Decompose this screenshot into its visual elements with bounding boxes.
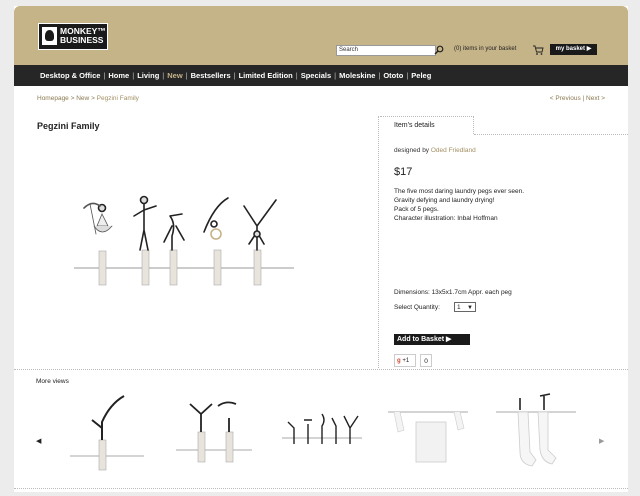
add-to-basket-button[interactable]: Add to Basket ▶ [394, 334, 470, 345]
description-line: Gravity defying and laundry drying! [394, 197, 495, 204]
nav-item-limited-edition[interactable]: Limited Edition [239, 71, 293, 80]
section-divider [14, 369, 628, 370]
description-line: Character illustration: Inbal Hoffman [394, 215, 498, 222]
header: MONKEY™ BUSINESS Search (0) items in you… [14, 6, 628, 65]
nav-separator: | [233, 71, 236, 80]
breadcrumb-section[interactable]: New [76, 95, 89, 102]
quantity-label: Select Quantity: [394, 304, 440, 311]
bottom-divider [14, 488, 628, 489]
nav-item-bestsellers[interactable]: Bestsellers [191, 71, 231, 80]
next-link[interactable]: Next > [586, 95, 605, 102]
chevron-down-icon: ▼ [467, 305, 473, 311]
pager: < Previous | Next > [550, 95, 605, 102]
main-nav: Desktop & Office | Home | Living | New | Bestsel… [14, 65, 628, 86]
my-basket-button[interactable]: my basket ▶ [550, 44, 597, 55]
more-views-label: More views [36, 378, 69, 385]
nav-item-ototo[interactable]: Ototo [383, 71, 403, 80]
google-plus-count: 0 [420, 354, 432, 367]
thumbnail-1[interactable] [66, 392, 146, 474]
designed-by-label: designed by [394, 147, 430, 154]
carousel-prev-arrow[interactable]: ◀ [36, 437, 41, 445]
thumbnail-3[interactable] [282, 392, 362, 474]
nav-item-peleg[interactable]: Peleg [411, 71, 431, 80]
carousel-next-arrow[interactable]: ▶ [599, 437, 604, 445]
pager-separator: | [582, 95, 585, 102]
nav-item-desktop-office[interactable]: Desktop & Office [40, 71, 100, 80]
product-price: $17 [394, 166, 413, 178]
basket-status: (0) items in your basket [454, 46, 517, 52]
quantity-select[interactable]: 1 ▼ [454, 302, 476, 312]
tab-items-details[interactable]: Item's details [380, 116, 474, 134]
details-divider [378, 116, 379, 368]
description-line: Pack of 5 pegs. [394, 206, 439, 213]
previous-link[interactable]: < Previous [550, 95, 581, 102]
quantity-value: 1 [457, 304, 461, 311]
nav-item-new[interactable]: New [167, 71, 182, 80]
thumbnail-5[interactable] [496, 392, 576, 474]
thumbnail-2[interactable] [174, 392, 254, 474]
designer-line: designed by Oded Friedland [394, 147, 476, 154]
breadcrumb-separator: > [70, 95, 75, 102]
tab-underline [474, 134, 628, 135]
description-line: The five most daring laundry pegs ever s… [394, 188, 525, 195]
product-main-image[interactable] [64, 186, 304, 296]
breadcrumb-separator: > [91, 95, 95, 102]
nav-separator: | [334, 71, 337, 80]
designer-link[interactable]: Oded Friedland [431, 147, 476, 154]
nav-separator: | [132, 71, 135, 80]
product-dimensions: Dimensions: 13x5x1.7cm Appr. each peg [394, 289, 512, 296]
search-icon[interactable] [434, 45, 444, 55]
nav-separator: | [185, 71, 188, 80]
nav-list: Desktop & Office | Home | Living | New | Bestsel… [40, 71, 431, 80]
nav-item-living[interactable]: Living [137, 71, 159, 80]
breadcrumb: Homepage > New > Pegzini Family [37, 95, 139, 102]
breadcrumb-home[interactable]: Homepage [37, 95, 69, 102]
nav-item-moleskine[interactable]: Moleskine [339, 71, 375, 80]
page-frame: MONKEY™ BUSINESS Search (0) items in you… [14, 6, 628, 492]
logo-text-line2: BUSINESS [60, 35, 104, 45]
monkey-logo-icon [42, 27, 57, 45]
logo[interactable]: MONKEY™ BUSINESS [38, 23, 108, 50]
nav-separator: | [295, 71, 298, 80]
product-title: Pegzini Family [37, 121, 100, 131]
product-description: The five most daring laundry pegs ever s… [394, 187, 524, 223]
google-plus-button[interactable]: g +1 [394, 354, 416, 367]
nav-item-home[interactable]: Home [108, 71, 129, 80]
thumbnail-4[interactable] [388, 392, 468, 474]
cart-icon[interactable] [532, 44, 544, 56]
breadcrumb-current: Pegzini Family [96, 95, 139, 102]
nav-item-specials[interactable]: Specials [301, 71, 331, 80]
google-plus-icon: g [397, 358, 401, 364]
google-plus-label: +1 [402, 358, 410, 364]
search-input[interactable]: Search [336, 45, 436, 56]
